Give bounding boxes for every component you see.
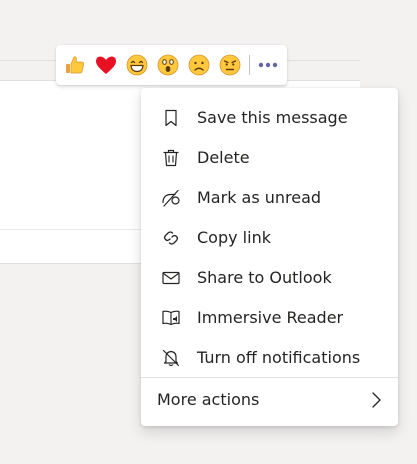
menu-item-delete[interactable]: Delete xyxy=(141,138,398,178)
angry-face-icon[interactable] xyxy=(218,53,242,77)
menu-item-label: Delete xyxy=(197,148,250,167)
menu-item-label: Mark as unread xyxy=(197,188,322,207)
menu-item-label: Immersive Reader xyxy=(197,308,344,327)
trash-icon xyxy=(161,148,181,168)
reaction-bar xyxy=(56,45,287,85)
menu-item-save-message[interactable]: Save this message xyxy=(141,98,398,138)
immersive-reader-icon xyxy=(161,308,181,328)
heart-icon[interactable] xyxy=(94,53,118,77)
menu-item-mark-unread[interactable]: Mark as unread xyxy=(141,178,398,218)
laughing-face-icon[interactable] xyxy=(125,53,149,77)
mark-unread-icon xyxy=(161,188,181,208)
thumbs-up-icon[interactable] xyxy=(63,53,87,77)
menu-item-label: Copy link xyxy=(197,228,271,247)
reaction-bar-divider xyxy=(249,55,250,75)
link-icon xyxy=(161,228,181,248)
message-actions-menu: Save this message Delete Mark as unread xyxy=(141,88,398,426)
chevron-right-icon xyxy=(369,390,383,410)
menu-item-immersive-reader[interactable]: Immersive Reader xyxy=(141,298,398,338)
more-actions-label: More actions xyxy=(157,390,260,409)
more-actions-item[interactable]: More actions xyxy=(141,380,398,420)
surprised-face-icon[interactable] xyxy=(156,53,180,77)
sad-face-icon[interactable] xyxy=(187,53,211,77)
mail-icon xyxy=(161,268,181,288)
menu-item-turn-off-notifications[interactable]: Turn off notifications xyxy=(141,338,398,378)
bell-off-icon xyxy=(161,348,181,368)
menu-item-share-outlook[interactable]: Share to Outlook xyxy=(141,258,398,298)
menu-item-label: Turn off notifications xyxy=(197,348,361,367)
menu-item-label: Save this message xyxy=(197,108,348,127)
menu-item-label: Share to Outlook xyxy=(197,268,332,287)
menu-divider xyxy=(141,377,398,378)
bookmark-icon xyxy=(161,108,181,128)
more-options-button[interactable] xyxy=(255,53,281,77)
menu-item-copy-link[interactable]: Copy link xyxy=(141,218,398,258)
ellipsis-icon xyxy=(258,62,278,68)
